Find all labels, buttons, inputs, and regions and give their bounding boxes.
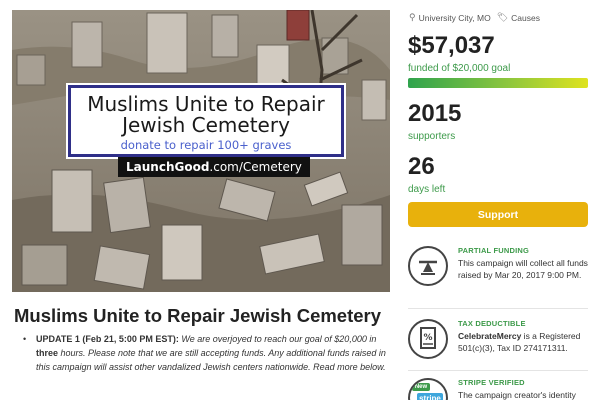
update-bold-word: three	[36, 348, 59, 358]
support-button[interactable]: Support	[408, 202, 588, 227]
stripe-logo: stripe	[417, 393, 443, 400]
partial-funding-heading: PARTIAL FUNDING	[458, 246, 530, 255]
org-name-link[interactable]: CelebrateMercy	[458, 331, 521, 341]
hero-url-brand: LaunchGood	[126, 160, 210, 174]
receipt-percent-icon: %	[408, 319, 448, 359]
update-label: UPDATE 1 (Feb 21, 5:00 PM EST):	[36, 334, 179, 344]
funding-progress-bar	[408, 78, 588, 88]
goal-text: funded of $20,000 goal	[408, 63, 511, 74]
campaign-hero-image[interactable]: Muslims Unite to Repair Jewish Cemetery …	[12, 10, 390, 292]
hero-title: Muslims Unite to Repair Jewish Cemetery	[87, 92, 325, 137]
update-text-1: We are overjoyed to reach our goal of $2…	[178, 334, 377, 344]
stripe-verified-body: The campaign creator's identity	[458, 390, 576, 400]
days-left-count: 26	[408, 153, 435, 180]
days-left-label: days left	[408, 184, 446, 195]
amount-raised: $57,037	[408, 32, 495, 59]
location-link[interactable]: University City, MO	[419, 13, 491, 23]
tag-icon: 🏷︎	[496, 12, 509, 22]
sidebar-divider	[408, 370, 588, 371]
new-badge: New	[412, 383, 430, 391]
update-text-2: hours. Please note that we are still acc…	[36, 348, 386, 372]
tax-deductible-feature: % TAX DEDUCTIBLE CelebrateMercy is a Reg…	[408, 319, 592, 361]
tax-deductible-body: CelebrateMercy is a Registered 501(c)(3)…	[458, 330, 590, 354]
sidebar-divider	[408, 308, 588, 309]
hero-url-path: .com/Cemetery	[209, 160, 302, 174]
hero-url-banner: LaunchGood.com/Cemetery	[118, 157, 310, 177]
supporters-count: 2015	[408, 100, 462, 127]
funding-progress-fill	[408, 78, 588, 88]
hero-title-card: Muslims Unite to Repair Jewish Cemetery …	[68, 85, 344, 157]
campaign-update: • UPDATE 1 (Feb 21, 5:00 PM EST): We are …	[23, 332, 396, 374]
tax-deductible-heading: TAX DEDUCTIBLE	[458, 319, 526, 328]
svg-text:%: %	[423, 333, 432, 343]
campaign-title: Muslims Unite to Repair Jewish Cemetery	[14, 305, 382, 326]
stripe-verified-heading: STRIPE VERIFIED	[458, 378, 525, 387]
stripe-verified-feature: New stripe STRIPE VERIFIED The campaign …	[408, 378, 592, 400]
campaign-meta: ⚲ University City, MO 🏷︎ Causes	[409, 12, 540, 23]
map-pin-icon: ⚲	[409, 12, 416, 22]
partial-funding-body: This campaign will collect all funds rai…	[458, 258, 588, 280]
balance-scale-icon	[408, 246, 448, 286]
hero-subtitle: donate to repair 100+ graves	[120, 138, 292, 152]
category-link[interactable]: Causes	[511, 13, 540, 23]
partial-funding-feature: PARTIAL FUNDING This campaign will colle…	[408, 246, 592, 296]
supporters-label: supporters	[408, 131, 456, 142]
update-bullet: •	[23, 334, 27, 344]
stripe-badge-icon: New stripe	[408, 378, 448, 400]
campaign-page: Muslims Unite to Repair Jewish Cemetery …	[0, 0, 600, 400]
